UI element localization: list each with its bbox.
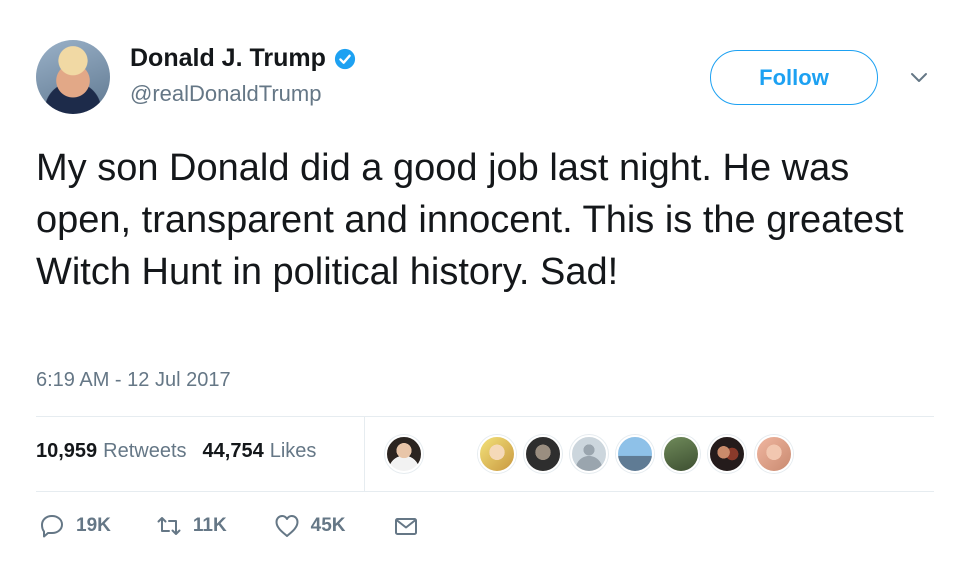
tweet-actions: 19K 11K 45K xyxy=(38,512,420,540)
likes-count[interactable]: 44,754 xyxy=(203,440,264,463)
tweet-timestamp[interactable]: 6:19 AM - 12 Jul 2017 xyxy=(36,369,231,392)
divider-top xyxy=(36,416,934,417)
liker-avatar[interactable] xyxy=(570,435,608,473)
like-action-count: 45K xyxy=(310,515,346,536)
reply-icon xyxy=(41,515,63,538)
liker-avatar[interactable] xyxy=(662,435,700,473)
retweet-action[interactable]: 11K xyxy=(155,512,227,540)
liker-avatar[interactable] xyxy=(708,435,746,473)
retweets-count[interactable]: 10,959 xyxy=(36,440,97,463)
direct-message-action[interactable] xyxy=(392,512,420,540)
retweet-icon xyxy=(157,517,181,535)
liker-avatar[interactable] xyxy=(755,435,793,473)
liker-avatar[interactable] xyxy=(616,435,654,473)
heart-icon xyxy=(275,515,299,537)
likes-label[interactable]: Likes xyxy=(270,440,317,463)
display-name[interactable]: Donald J. Trump xyxy=(130,44,326,73)
tweet-text: My son Donald did a good job last night.… xyxy=(36,147,904,293)
retweets-label[interactable]: Retweets xyxy=(103,440,186,463)
liker-avatar[interactable] xyxy=(524,435,562,473)
profile-avatar[interactable] xyxy=(36,40,110,114)
retweet-action-count: 11K xyxy=(192,515,227,536)
name-row: Donald J. Trump xyxy=(130,44,356,73)
like-action[interactable]: 45K xyxy=(273,512,346,540)
liker-avatar[interactable] xyxy=(385,435,423,473)
divider-vertical xyxy=(364,417,365,491)
tweet-stats: 10,959 Retweets 44,754 Likes xyxy=(36,440,316,463)
reply-action[interactable]: 19K xyxy=(38,512,111,540)
chevron-down-icon[interactable] xyxy=(906,66,932,88)
follow-button[interactable]: Follow xyxy=(710,50,878,105)
envelope-icon xyxy=(394,518,417,535)
reply-count: 19K xyxy=(76,515,111,536)
divider-bottom xyxy=(36,491,934,492)
user-handle[interactable]: @realDonaldTrump xyxy=(130,81,321,107)
liker-avatar[interactable] xyxy=(478,435,516,473)
verified-badge-icon xyxy=(334,48,355,69)
